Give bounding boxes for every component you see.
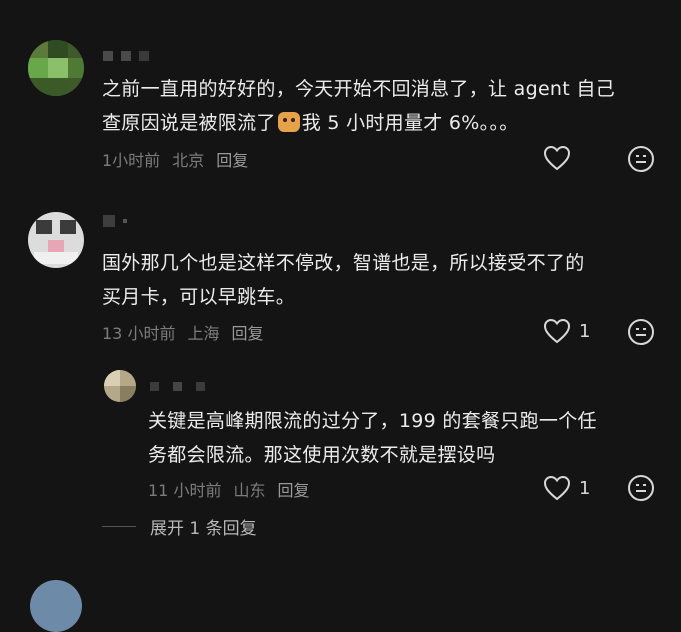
avatar[interactable] [104, 370, 136, 402]
avatar[interactable] [28, 40, 84, 96]
like-button[interactable] [543, 145, 571, 171]
heart-outline-icon [543, 318, 571, 344]
timestamp: 11 小时前 [148, 481, 222, 500]
avatar[interactable] [30, 580, 82, 632]
location: 北京 [172, 151, 205, 170]
reply-button[interactable]: 回复 [231, 320, 263, 344]
username[interactable] [103, 51, 149, 61]
dog-face-emoji [277, 112, 300, 132]
like-button[interactable]: 1 [543, 475, 590, 501]
smiley-face-icon[interactable] [627, 474, 655, 502]
divider [102, 526, 136, 527]
avatar[interactable] [28, 212, 84, 268]
heart-outline-icon [543, 145, 571, 171]
location: 上海 [187, 324, 220, 343]
reply-item: 关键是高峰期限流的过分了，199 的套餐只跑一个任 务都会限流。那这使用次数不就… [0, 360, 681, 510]
location: 山东 [233, 481, 266, 500]
comment-text: 国外那几个也是这样不停改，智谱也是，所以接受不了的 买月卡，可以早跳车。 [102, 252, 585, 308]
comment-text: 关键是高峰期限流的过分了，199 的套餐只跑一个任 务都会限流。那这使用次数不就… [148, 410, 597, 466]
comment-text: 之前一直用的好好的，今天开始不回消息了，让 agent 自己 查原因说是被限流了… [102, 78, 615, 134]
reply-button[interactable]: 回复 [277, 477, 309, 501]
username[interactable] [150, 382, 205, 391]
like-count: 1 [579, 320, 591, 342]
timestamp: 13 小时前 [102, 324, 176, 343]
like-count: 1 [579, 477, 591, 499]
comment-meta: 1小时前 北京 回复 [102, 147, 248, 171]
heart-outline-icon [543, 475, 571, 501]
expand-replies-label: 展开 1 条回复 [150, 519, 257, 539]
comment-item: 之前一直用的好好的，今天开始不回消息了，让 agent 自己 查原因说是被限流了… [0, 0, 681, 190]
comment-meta: 11 小时前 山东 回复 [148, 477, 309, 501]
timestamp: 1小时前 [102, 151, 161, 170]
username[interactable] [103, 215, 127, 227]
comment-item: 国外那几个也是这样不停改，智谱也是，所以接受不了的 买月卡，可以早跳车。 13 … [0, 190, 681, 350]
comment-meta: 13 小时前 上海 回复 [102, 320, 263, 344]
smiley-face-icon[interactable] [627, 145, 655, 173]
smiley-face-icon[interactable] [627, 318, 655, 346]
like-button[interactable]: 1 [543, 318, 590, 344]
reply-button[interactable]: 回复 [216, 147, 248, 171]
expand-replies-button[interactable]: 展开 1 条回复 [102, 514, 257, 539]
